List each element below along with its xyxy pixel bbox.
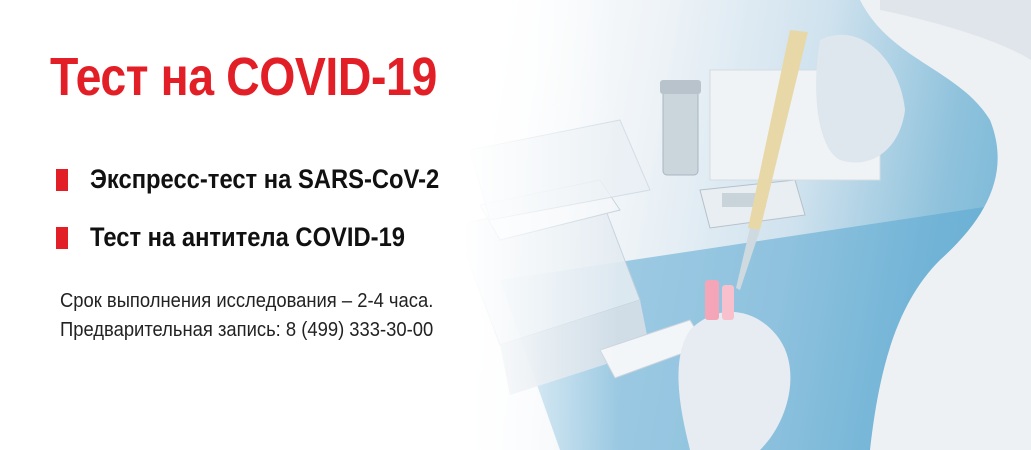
appointment-phone-text: Предварительная запись: 8 (499) 333-30-0… [60,319,434,341]
list-item-label: Тест на антитела COVID-19 [90,222,406,252]
list-item-antibody-test: Тест на антитела COVID-19 [56,222,448,253]
bullet-marker-icon [56,226,68,249]
list-item-label: Экспресс-тест на SARS-CoV-2 [90,164,440,194]
duration-text: Срок выполнения исследования – 2-4 часа. [60,290,434,312]
covid-test-banner: Тест на COVID-19 Экспресс-тест на SARS-C… [0,0,1031,450]
list-item-express-test: Экспресс-тест на SARS-CoV-2 [56,164,487,195]
page-title: Тест на COVID-19 [50,47,437,107]
bullet-marker-icon [56,168,68,191]
